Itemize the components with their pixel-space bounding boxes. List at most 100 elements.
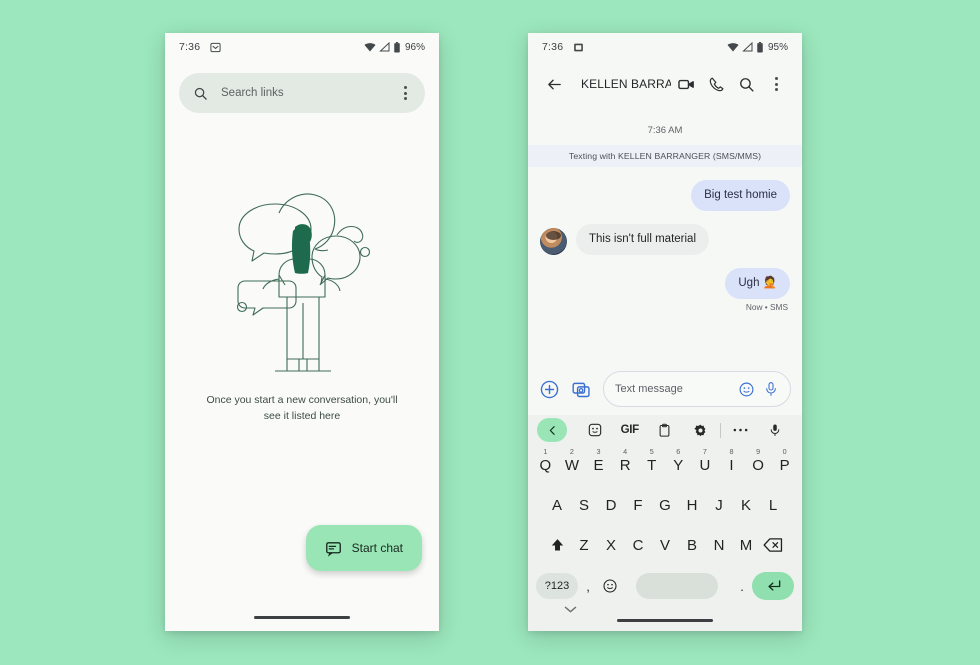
key-h[interactable]: H (679, 485, 706, 525)
texting-with-banner: Texting with KELLEN BARRANGER (SMS/MMS) (528, 145, 802, 167)
key-d[interactable]: D (598, 485, 625, 525)
screenshot-stage: 7:36 96% Search links Once you start a n… (0, 0, 980, 665)
microphone-icon[interactable] (763, 381, 779, 397)
message-bubble-outgoing[interactable]: Ugh 🤦 (725, 267, 790, 299)
right-phone-screen: 7:36 95% KELLEN BARRANG… (528, 33, 802, 631)
clipboard-icon[interactable] (647, 423, 682, 438)
add-attachment-icon[interactable] (539, 379, 560, 400)
keyboard-row-1: 1Q 2W 3E 4R 5T 6Y 7U 8I 9O 0P (528, 445, 802, 485)
chat-bubble-icon (325, 540, 342, 557)
start-chat-button[interactable]: Start chat (305, 525, 422, 571)
message-input-field[interactable]: Text message (603, 371, 791, 407)
message-input-placeholder[interactable]: Text message (615, 383, 730, 395)
search-bar[interactable]: Search links (179, 73, 425, 113)
on-screen-keyboard: GIF 1Q 2W 3E 4R 5T 6 Y 7 U 8 I 9 O 0 P A… (528, 415, 802, 631)
chevron-down-icon[interactable] (564, 601, 577, 619)
key-y[interactable]: 6Y (665, 445, 692, 485)
key-l[interactable]: L (760, 485, 787, 525)
symbols-key[interactable]: ?123 (536, 573, 578, 599)
gif-label[interactable]: GIF (612, 424, 647, 436)
back-arrow-icon[interactable] (539, 76, 569, 93)
enter-icon[interactable] (752, 572, 794, 600)
wifi-icon (364, 42, 376, 52)
key-e[interactable]: 3E (585, 445, 612, 485)
status-time: 7:36 (179, 41, 201, 53)
key-u[interactable]: 7U (692, 445, 719, 485)
signal-icon (379, 41, 390, 52)
battery-percent: 96% (404, 41, 425, 53)
keyboard-bottom-bar (528, 597, 802, 631)
comma-key[interactable]: , (578, 579, 598, 594)
compose-bar: Text message (528, 367, 802, 411)
key-x[interactable]: X (598, 525, 625, 565)
message-thread: 7:36 AM Texting with KELLEN BARRANGER (S… (528, 107, 802, 312)
key-n[interactable]: N (706, 525, 733, 565)
gesture-nav-bar[interactable] (165, 603, 439, 631)
search-icon[interactable] (731, 76, 761, 93)
messages-icon (210, 42, 221, 53)
key-p[interactable]: 0P (771, 445, 798, 485)
key-s[interactable]: S (571, 485, 598, 525)
status-icons: 96% (364, 41, 425, 53)
keyboard-toolbar: GIF (528, 415, 802, 445)
key-a[interactable]: A (544, 485, 571, 525)
key-o[interactable]: 9O (745, 445, 772, 485)
key-r[interactable]: 4R (612, 445, 639, 485)
sticker-icon[interactable] (577, 422, 612, 438)
chevron-left-icon[interactable] (537, 418, 567, 442)
battery-percent: 95% (767, 41, 788, 53)
message-row: Ugh 🤦 (528, 267, 802, 299)
search-icon (193, 86, 208, 101)
start-chat-label: Start chat (351, 541, 403, 555)
microphone-icon[interactable] (758, 423, 793, 437)
key-v[interactable]: V (652, 525, 679, 565)
key-q[interactable]: 1Q (532, 445, 559, 485)
key-k[interactable]: K (733, 485, 760, 525)
period-key[interactable]: . (732, 579, 752, 594)
emoji-icon[interactable] (598, 578, 622, 594)
backspace-icon[interactable] (760, 525, 787, 565)
phone-call-icon[interactable] (701, 76, 731, 93)
gallery-icon[interactable] (571, 379, 592, 400)
key-i[interactable]: 8I (718, 445, 745, 485)
status-icons: 95% (727, 41, 788, 53)
key-t[interactable]: 5T (638, 445, 665, 485)
overflow-menu-icon[interactable] (761, 73, 791, 95)
conversation-header: KELLEN BARRANG… (528, 61, 802, 107)
status-time: 7:36 (542, 41, 564, 53)
screenshot-icon (573, 42, 584, 53)
settings-gear-icon[interactable] (683, 423, 718, 438)
signal-icon (742, 41, 753, 52)
empty-state: Once you start a new conversation, you'l… (165, 143, 439, 571)
search-input[interactable]: Search links (221, 87, 400, 99)
shift-icon[interactable] (544, 525, 571, 565)
message-bubble-outgoing[interactable]: Big test homie (691, 180, 790, 211)
status-bar: 7:36 96% (165, 33, 439, 61)
key-g[interactable]: G (652, 485, 679, 525)
overflow-menu-icon[interactable] (400, 82, 411, 104)
toolbar-divider (719, 422, 721, 438)
message-bubble-incoming[interactable]: This isn't full material (576, 223, 710, 255)
more-icon[interactable] (723, 427, 758, 433)
key-z[interactable]: Z (571, 525, 598, 565)
empty-state-message: Once you start a new conversation, you'l… (206, 394, 398, 422)
conversation-title[interactable]: KELLEN BARRANG… (581, 77, 671, 91)
status-bar: 7:36 95% (528, 33, 802, 61)
battery-icon (756, 41, 764, 53)
key-b[interactable]: B (679, 525, 706, 565)
key-f[interactable]: F (625, 485, 652, 525)
key-m[interactable]: M (733, 525, 760, 565)
key-w[interactable]: 2W (559, 445, 586, 485)
key-c[interactable]: C (625, 525, 652, 565)
keyboard-row-2: A S D F G H J K L (528, 485, 802, 525)
video-call-icon[interactable] (671, 75, 701, 94)
avatar[interactable] (540, 227, 567, 255)
space-key[interactable] (636, 573, 718, 599)
message-status: Now • SMS (745, 301, 788, 312)
emoji-icon[interactable] (738, 381, 755, 398)
day-timestamp: 7:36 AM (647, 125, 683, 136)
gesture-nav-bar[interactable] (617, 619, 713, 622)
people-chatting-illustration (236, 193, 371, 372)
battery-icon (393, 41, 401, 53)
key-j[interactable]: J (706, 485, 733, 525)
